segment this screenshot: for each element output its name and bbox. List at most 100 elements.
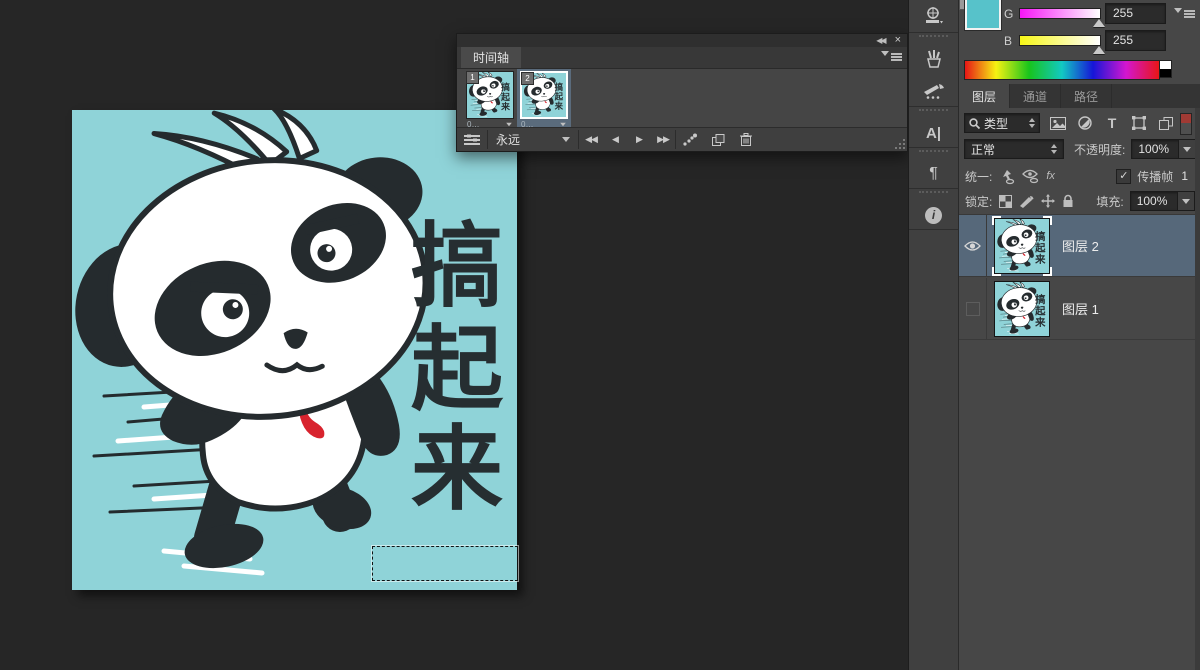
- layer-1-visibility-toggle[interactable]: [959, 278, 987, 339]
- blue-channel-label: B: [1004, 34, 1012, 48]
- frame-delay-caret-icon: [560, 123, 566, 127]
- white-swatch[interactable]: [1160, 61, 1171, 69]
- unify-visibility-icon[interactable]: [1022, 169, 1039, 183]
- dock-grip[interactable]: [919, 191, 948, 199]
- layer-1-thumbnail[interactable]: [994, 281, 1050, 337]
- info-panel-icon[interactable]: i: [909, 199, 958, 231]
- document-canvas[interactable]: [72, 110, 517, 590]
- green-channel-value[interactable]: 255: [1105, 3, 1166, 24]
- tab-paths[interactable]: 路径: [1061, 84, 1112, 108]
- timeline-controls: 永远 ◀◀ ◀ ▶ ▶▶: [457, 127, 907, 151]
- panel-column: G 255 B 255 图层 通道 路径: [958, 0, 1200, 670]
- duplicate-frame-button[interactable]: [704, 128, 732, 151]
- unify-row: 统一: fx ✓ 传播帧 1: [959, 165, 1200, 187]
- layer-row-1[interactable]: 图层 1: [959, 278, 1200, 340]
- blue-slider-thumb[interactable]: [1093, 46, 1105, 54]
- lock-position-icon[interactable]: [1041, 194, 1055, 208]
- filter-type-value: 类型: [984, 115, 1008, 132]
- fill-select[interactable]: 100%: [1130, 191, 1195, 211]
- panel-resize-grip[interactable]: [895, 139, 905, 149]
- previous-frame-button[interactable]: ◀: [603, 128, 627, 151]
- filter-type-layers-icon[interactable]: T: [1103, 114, 1121, 132]
- search-icon: [969, 118, 980, 129]
- tab-layers[interactable]: 图层: [959, 84, 1010, 108]
- selection-marquee: [372, 546, 518, 581]
- filter-adjustment-layers-icon[interactable]: [1076, 114, 1094, 132]
- green-channel-slider[interactable]: [1019, 8, 1101, 19]
- clone-source-panel-icon[interactable]: [909, 0, 958, 32]
- layers-tabbar: 图层 通道 路径: [959, 84, 1200, 108]
- opacity-label: 不透明度:: [1074, 141, 1125, 158]
- layer-2-thumbnail[interactable]: [994, 218, 1050, 274]
- selection-corner: [1043, 216, 1052, 225]
- layer-2-visibility-toggle[interactable]: [959, 215, 987, 276]
- paragraph-panel-icon[interactable]: ¶: [909, 158, 958, 190]
- timeline-panel-menu-icon[interactable]: [881, 51, 902, 56]
- selection-corner: [992, 216, 1001, 225]
- green-channel-row: G 255: [959, 4, 1200, 24]
- next-frame-button[interactable]: ▶▶: [651, 128, 675, 151]
- frame-thumbnail[interactable]: 2: [520, 71, 568, 119]
- loop-caret-icon: [562, 137, 570, 142]
- color-spectrum-ramp[interactable]: [964, 60, 1160, 80]
- layer-row-2[interactable]: 图层 2: [959, 215, 1200, 277]
- frame-number-badge: 2: [521, 72, 534, 85]
- lock-label: 锁定:: [965, 193, 992, 210]
- green-channel-label: G: [1004, 7, 1013, 21]
- layer-1-name[interactable]: 图层 1: [1062, 299, 1099, 318]
- brush-panel-icon[interactable]: [909, 75, 958, 107]
- selection-corner: [1043, 267, 1052, 276]
- lock-row: 锁定: 填充: 100%: [959, 190, 1200, 212]
- character-panel-icon[interactable]: A|: [909, 117, 958, 149]
- dock-grip[interactable]: [919, 109, 948, 117]
- dock-grip[interactable]: [919, 150, 948, 158]
- layers-panel-menu-icon[interactable]: [1174, 8, 1195, 13]
- frame-number-badge: 1: [466, 71, 479, 84]
- animation-frame-1[interactable]: 1 0…: [463, 69, 517, 130]
- filter-type-select[interactable]: 类型: [964, 113, 1040, 133]
- collapse-panel-icon[interactable]: ◀◀: [876, 36, 884, 45]
- delete-frame-button[interactable]: [732, 128, 760, 151]
- blue-channel-value[interactable]: 255: [1105, 30, 1166, 51]
- green-slider-thumb[interactable]: [1093, 19, 1105, 27]
- propagate-frame-checkbox[interactable]: ✓: [1116, 169, 1131, 184]
- canvas-image: [72, 110, 517, 590]
- lock-transparency-icon[interactable]: [999, 195, 1012, 208]
- animation-frame-2[interactable]: 2 0…: [517, 69, 571, 130]
- tab-timeline[interactable]: 时间轴: [461, 47, 521, 68]
- unify-position-icon[interactable]: [999, 169, 1015, 184]
- propagate-frame-number: 1: [1181, 169, 1188, 183]
- lock-all-icon[interactable]: [1062, 194, 1074, 208]
- first-frame-button[interactable]: ◀◀: [579, 128, 603, 151]
- opacity-value: 100%: [1132, 140, 1178, 158]
- blend-mode-select[interactable]: 正常: [964, 139, 1064, 159]
- tween-button[interactable]: [676, 128, 704, 151]
- lock-pixels-icon[interactable]: [1019, 195, 1034, 208]
- frame-thumbnail[interactable]: 1: [466, 71, 514, 119]
- opacity-caret-icon: [1183, 147, 1191, 152]
- brush-presets-panel-icon[interactable]: [909, 43, 958, 75]
- blue-channel-slider[interactable]: [1019, 35, 1101, 46]
- layer-thumbnail-image: [995, 219, 1049, 273]
- convert-to-video-timeline-button[interactable]: [457, 128, 487, 151]
- filter-shape-layers-icon[interactable]: [1130, 114, 1148, 132]
- blend-mode-value: 正常: [971, 141, 995, 158]
- unify-style-icon[interactable]: fx: [1046, 170, 1055, 182]
- tab-channels[interactable]: 通道: [1010, 84, 1061, 108]
- frame-delay-caret-icon: [506, 123, 512, 127]
- loop-count-value: 永远: [496, 131, 520, 148]
- panel-edge: [1195, 108, 1200, 670]
- layer-thumbnail-image: [995, 282, 1049, 336]
- close-panel-icon[interactable]: ×: [895, 35, 901, 46]
- filter-pixel-layers-icon[interactable]: [1049, 114, 1067, 132]
- filter-smart-objects-icon[interactable]: [1157, 114, 1175, 132]
- dock-grip[interactable]: [919, 35, 948, 43]
- play-button[interactable]: ▶: [627, 128, 651, 151]
- opacity-select[interactable]: 100%: [1131, 139, 1196, 159]
- ramp-end-swatches: [1159, 60, 1172, 78]
- layer-filter-row: 类型 T: [959, 112, 1200, 134]
- layer-filtering-toggle[interactable]: [1180, 113, 1192, 135]
- layer-2-name[interactable]: 图层 2: [1062, 236, 1099, 255]
- loop-count-select[interactable]: 永远: [488, 128, 578, 151]
- black-swatch[interactable]: [1160, 69, 1171, 77]
